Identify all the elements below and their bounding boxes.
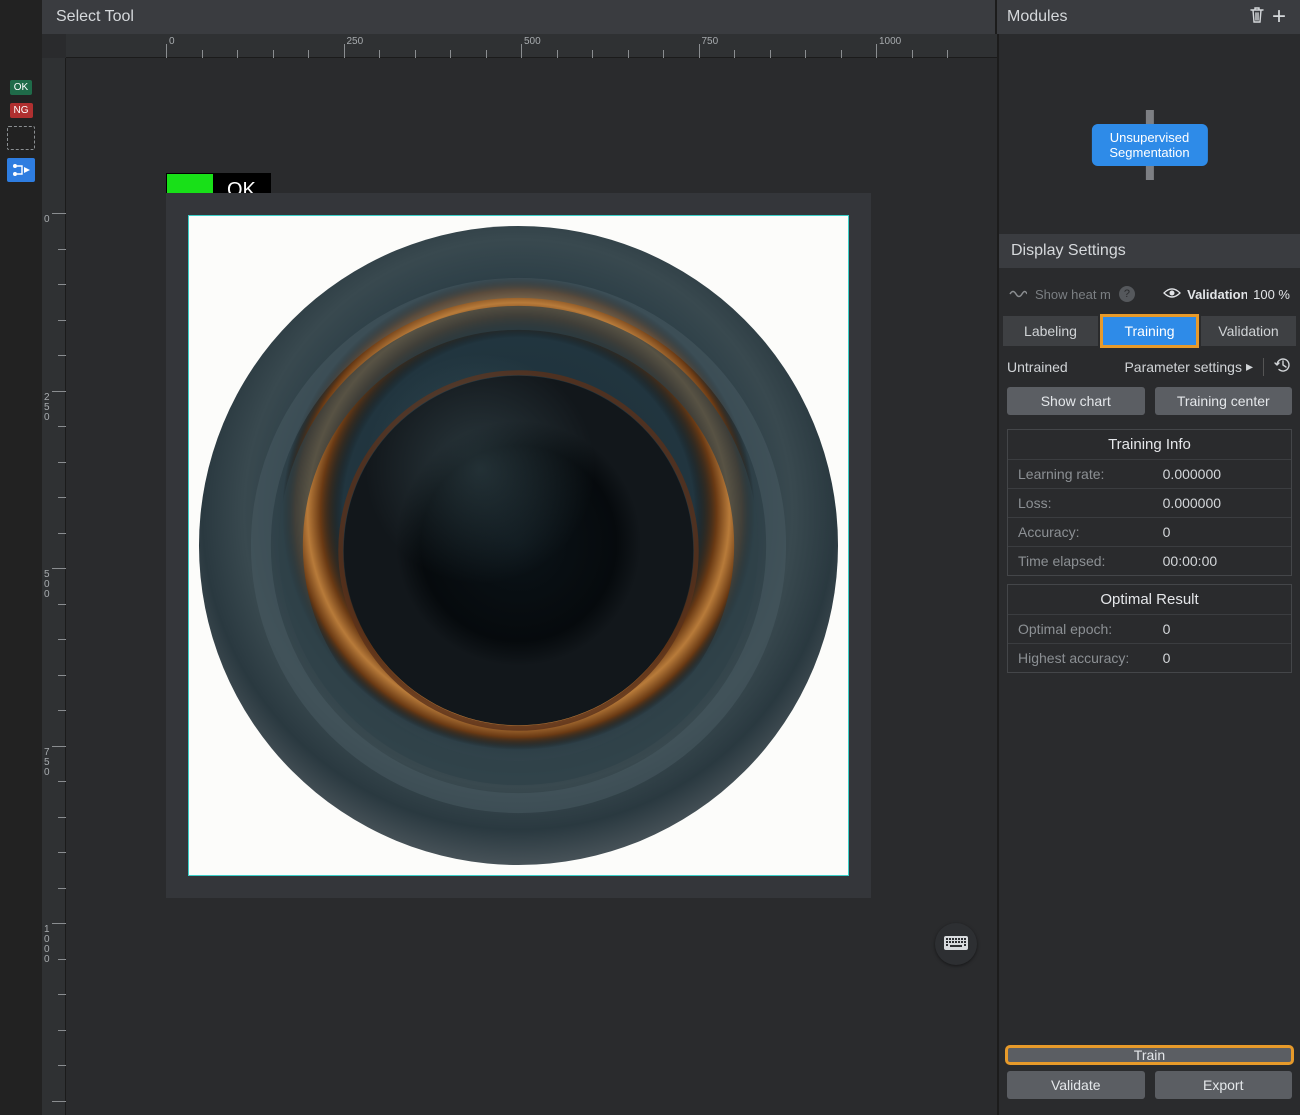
time-elapsed-value: 00:00:00	[1163, 553, 1218, 569]
show-chart-button[interactable]: Show chart	[1007, 387, 1145, 415]
eye-icon[interactable]	[1163, 287, 1181, 302]
right-panel: Unsupervised Segmentation Display Settin…	[997, 34, 1300, 1115]
learning-rate-value: 0.000000	[1163, 466, 1221, 482]
accuracy-key: Accuracy:	[1018, 524, 1163, 540]
ng-tag[interactable]: NG	[10, 103, 33, 118]
ruler-horizontal: 02505007501000	[66, 34, 997, 58]
left-toolbar: OK NG	[0, 0, 42, 1115]
chevron-right-icon: ▸	[1246, 358, 1253, 375]
history-icon[interactable]	[1274, 356, 1292, 377]
heatmap-wave-icon	[1009, 287, 1027, 302]
validation-label: Validation	[1187, 287, 1247, 302]
tab-training[interactable]: Training	[1102, 316, 1197, 346]
delete-module-icon[interactable]	[1246, 6, 1268, 29]
node-label-line1: Unsupervised	[1110, 130, 1190, 145]
tab-labeling[interactable]: Labeling	[1003, 316, 1098, 346]
marquee-select-icon[interactable]	[7, 126, 35, 150]
learning-rate-key: Learning rate:	[1018, 466, 1163, 482]
training-center-button[interactable]: Training center	[1155, 387, 1293, 415]
node-port-top[interactable]	[1145, 110, 1153, 124]
select-tool-header: Select Tool	[42, 0, 997, 34]
highest-accuracy-key: Highest accuracy:	[1018, 650, 1163, 666]
sample-image	[189, 216, 848, 875]
tab-validation[interactable]: Validation	[1201, 316, 1296, 346]
optimal-epoch-value: 0	[1163, 621, 1171, 637]
canvas-stage[interactable]: OK	[66, 58, 997, 1115]
optimal-epoch-key: Optimal epoch:	[1018, 621, 1163, 637]
validation-percent: 100 %	[1253, 287, 1290, 302]
node-label-line2: Segmentation	[1109, 145, 1189, 160]
node-port-bottom[interactable]	[1145, 166, 1153, 180]
validate-button[interactable]: Validate	[1007, 1071, 1145, 1099]
loss-key: Loss:	[1018, 495, 1163, 511]
training-info-panel: Training Info Learning rate:0.000000 Los…	[1007, 429, 1292, 576]
module-node-unsupervised-segmentation[interactable]: Unsupervised Segmentation	[1091, 124, 1207, 166]
training-status: Untrained	[1007, 359, 1068, 375]
ok-tag[interactable]: OK	[10, 80, 32, 95]
canvas-area[interactable]: 02505007501000 02505007501000 OK	[42, 34, 997, 1115]
training-info-title: Training Info	[1008, 430, 1291, 460]
modules-canvas[interactable]: Unsupervised Segmentation	[999, 34, 1300, 234]
parameter-settings-link[interactable]: Parameter settings ▸	[1124, 358, 1253, 375]
image-frame[interactable]	[166, 193, 871, 898]
loss-value: 0.000000	[1163, 495, 1221, 511]
highest-accuracy-value: 0	[1163, 650, 1171, 666]
ruler-vertical: 02505007501000	[42, 58, 66, 1115]
display-settings-header: Display Settings	[999, 234, 1300, 268]
flow-play-icon[interactable]	[7, 158, 35, 182]
parameter-settings-label: Parameter settings	[1124, 359, 1242, 375]
heatmap-toggle-label[interactable]: Show heat m	[1035, 287, 1111, 302]
add-module-icon[interactable]: +	[1268, 3, 1290, 31]
time-elapsed-key: Time elapsed:	[1018, 553, 1163, 569]
export-button[interactable]: Export	[1155, 1071, 1293, 1099]
keyboard-fab-icon[interactable]	[935, 923, 977, 965]
train-button[interactable]: Train	[1007, 1047, 1292, 1063]
help-icon[interactable]: ?	[1119, 286, 1135, 302]
optimal-result-title: Optimal Result	[1008, 585, 1291, 615]
optimal-result-panel: Optimal Result Optimal epoch:0 Highest a…	[1007, 584, 1292, 673]
modules-header: Modules	[1007, 8, 1246, 26]
image-preview[interactable]	[188, 215, 849, 876]
accuracy-value: 0	[1163, 524, 1171, 540]
